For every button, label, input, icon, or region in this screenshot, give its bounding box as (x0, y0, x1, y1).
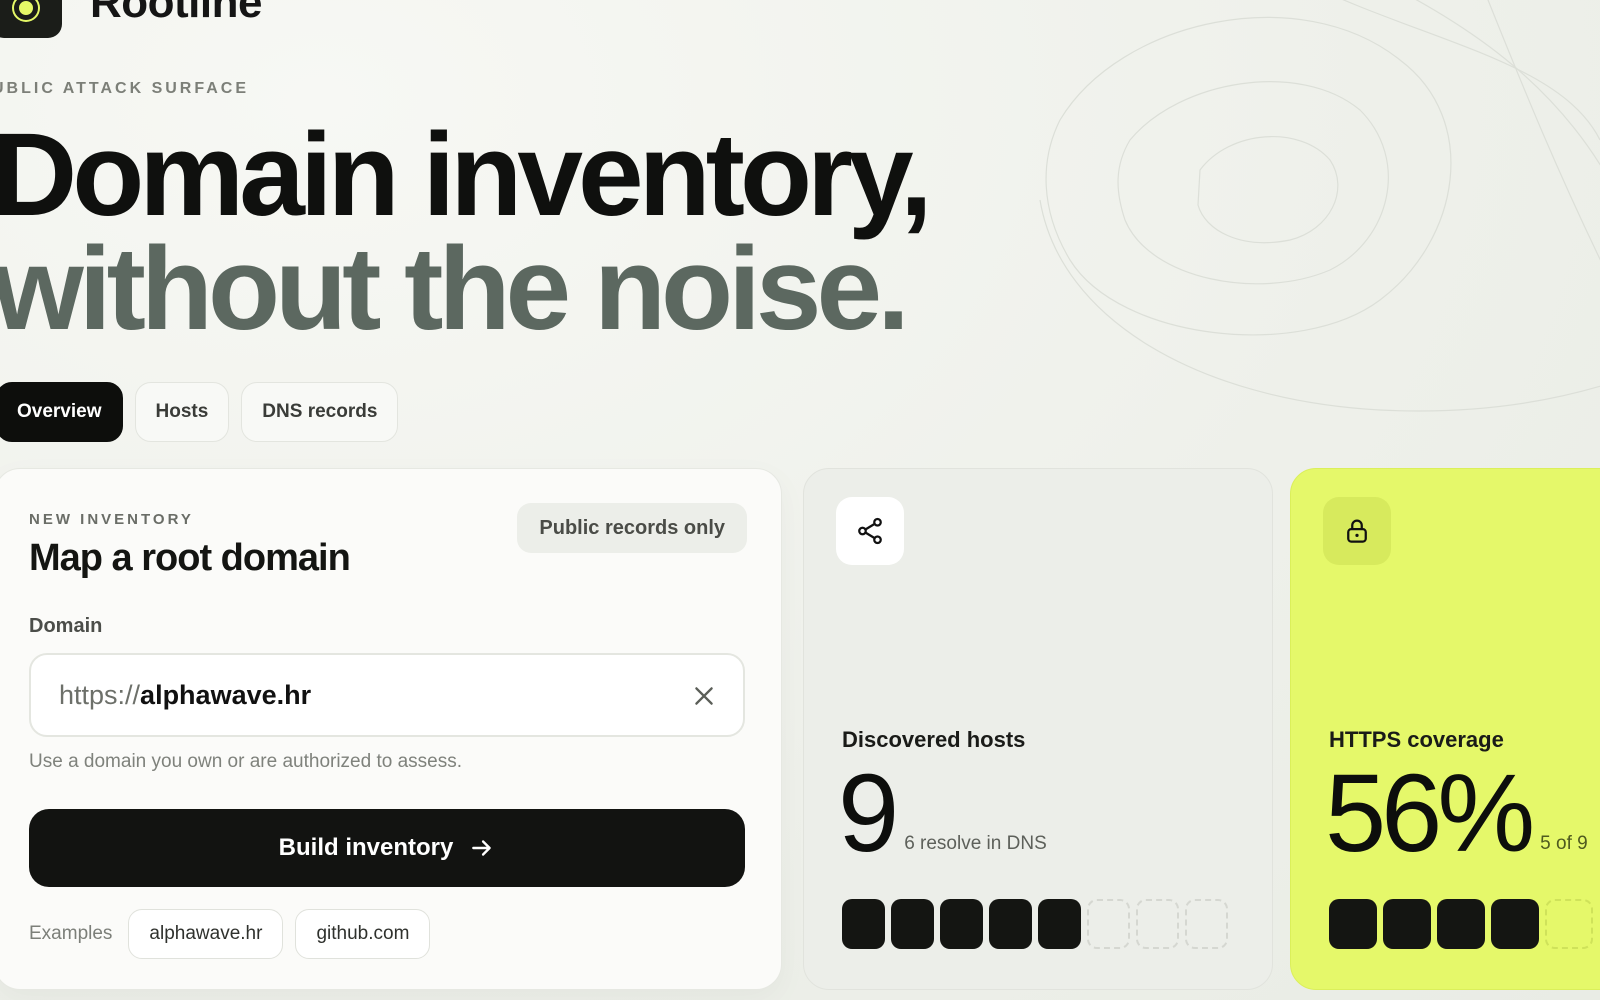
hosts-segment-bar (842, 899, 1228, 949)
lock-icon-box (1323, 497, 1391, 565)
form-title: Map a root domain (29, 537, 351, 579)
https-segment (1383, 899, 1431, 949)
arrow-right-icon (472, 840, 492, 856)
clear-icon[interactable] (691, 683, 717, 709)
hero-eyebrow: UBLIC ATTACK SURFACE (0, 80, 250, 97)
https-label: HTTPS coverage (1329, 727, 1504, 752)
hosts-label: Discovered hosts (842, 727, 1026, 752)
lock-icon (1347, 519, 1367, 543)
hero-title-line1: Domain inventory, (0, 109, 933, 241)
hosts-subtext: 6 resolve in DNS (904, 833, 1047, 854)
hero-title: Domain inventory, without the noise. (0, 116, 933, 355)
new-inventory-card: NEW INVENTORY Map a root domain Public r… (0, 468, 782, 990)
hosts-value: 9 (838, 752, 899, 875)
https-segment (1545, 899, 1593, 949)
https-value: 56% (1325, 752, 1535, 875)
tab-hosts[interactable]: Hosts (134, 382, 230, 442)
logo-dot-icon (14, 0, 38, 20)
https-subtext: 5 of 9 (1540, 833, 1588, 854)
brand-name: Rootline (90, 0, 262, 27)
hosts-segment (842, 899, 885, 949)
domain-input[interactable]: https:// alphawave.hr (29, 653, 745, 737)
hero-title-line2: without the noise. (0, 223, 910, 355)
tab-bar: Overview Hosts DNS records (0, 382, 399, 442)
domain-input-prefix: https:// (59, 679, 141, 710)
example-chip-github[interactable]: github.com (295, 909, 431, 959)
build-inventory-button[interactable]: Build inventory (29, 809, 745, 887)
tab-dns-records[interactable]: DNS records (241, 382, 399, 442)
example-chip-alphawave[interactable]: alphawave.hr (128, 909, 284, 959)
build-inventory-label: Build inventory (278, 834, 454, 861)
hosts-segment (1087, 899, 1130, 949)
tab-overview[interactable]: Overview (0, 382, 123, 442)
https-segment (1437, 899, 1485, 949)
hosts-segment (1136, 899, 1179, 949)
https-stat-row: 56% 5 of 9 (1325, 759, 1588, 869)
page: Rootline UBLIC ATTACK SURFACE Domain inv… (0, 0, 1600, 1000)
domain-field-label: Domain (29, 615, 103, 637)
hosts-segment (989, 899, 1032, 949)
share-icon (858, 517, 882, 545)
discovered-hosts-card: Discovered hosts 9 6 resolve in DNS (803, 468, 1273, 990)
https-segment (1491, 899, 1539, 949)
domain-hint: Use a domain you own or are authorized t… (29, 751, 463, 772)
examples-row: Examples alphawave.hr github.com (29, 909, 431, 959)
logo (0, 0, 62, 38)
https-coverage-card: HTTPS coverage 56% 5 of 9 (1290, 468, 1600, 990)
hosts-stat-row: 9 6 resolve in DNS (838, 759, 1047, 869)
hosts-segment (1038, 899, 1081, 949)
domain-input-value[interactable]: alphawave.hr (140, 680, 311, 711)
form-eyebrow: NEW INVENTORY (29, 511, 194, 528)
share-icon-box (836, 497, 904, 565)
hosts-segment (1185, 899, 1228, 949)
hosts-segment (891, 899, 934, 949)
hosts-segment (940, 899, 983, 949)
https-segment (1329, 899, 1377, 949)
https-segment-bar (1329, 899, 1593, 949)
examples-label: Examples (29, 923, 113, 944)
public-records-badge: Public records only (517, 503, 747, 553)
